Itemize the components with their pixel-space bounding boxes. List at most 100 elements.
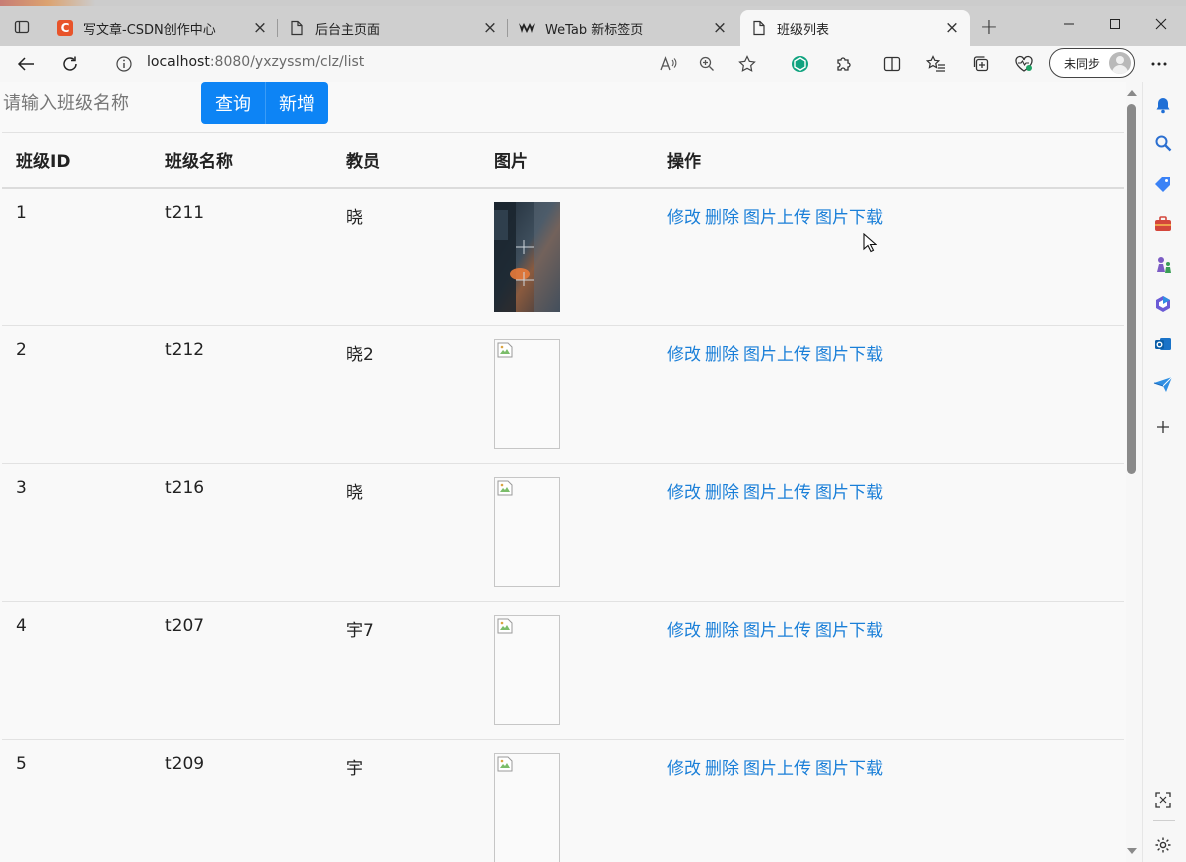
broken-image [494, 477, 560, 587]
image-download-link[interactable]: 图片下载 [815, 621, 883, 641]
maximize-icon[interactable] [1092, 10, 1138, 38]
edge-sidebar [1142, 82, 1186, 862]
class-name-search-input[interactable] [0, 82, 200, 124]
delete-link[interactable]: 删除 [705, 208, 739, 228]
read-aloud-icon[interactable] [654, 50, 682, 78]
profile-sync-button[interactable]: 未同步 [1049, 48, 1135, 78]
broken-image-icon [497, 480, 513, 496]
tab-class-list[interactable]: 班级列表 × [740, 10, 970, 46]
tab-close-icon[interactable]: × [944, 18, 960, 38]
cell-actions: 修改 删除 图片上传 图片下载 [653, 739, 1124, 862]
add-button[interactable]: 新增 [265, 82, 328, 124]
broken-image-icon [497, 342, 513, 358]
image-download-link[interactable]: 图片下载 [815, 759, 883, 779]
sidebar-settings-gear-icon[interactable] [1152, 834, 1174, 856]
address-url[interactable]: localhost:8080/yxzyssm/clz/list [147, 54, 364, 70]
cell-actions: 修改 删除 图片上传 图片下载 [653, 187, 1124, 326]
cell-actions: 修改 删除 图片上传 图片下载 [653, 325, 1124, 464]
cell-image [480, 739, 653, 862]
cell-teacher: 宇 [332, 739, 480, 862]
window-close-icon[interactable] [1138, 10, 1184, 38]
tab-csdn[interactable]: C 写文章-CSDN创作中心 × [46, 10, 278, 46]
delete-link[interactable]: 删除 [705, 345, 739, 365]
split-screen-icon[interactable] [878, 50, 906, 78]
notification-bell-icon[interactable] [1152, 94, 1174, 116]
edit-link[interactable]: 修改 [667, 483, 701, 503]
browser-tab-strip: C 写文章-CSDN创作中心 × 后台主页面 × WeTab 新标签页 × 班级… [0, 0, 1186, 46]
tab-title: 后台主页面 [315, 22, 381, 38]
collections-icon[interactable] [967, 50, 995, 78]
cell-actions: 修改 删除 图片上传 图片下载 [653, 601, 1124, 740]
extensions-puzzle-icon[interactable] [830, 50, 858, 78]
table-header-row: 班级ID 班级名称 教员 图片 操作 [2, 132, 1124, 189]
cell-image [480, 325, 653, 464]
sidebar-divider [1153, 820, 1175, 821]
delete-link[interactable]: 删除 [705, 621, 739, 641]
image-download-link[interactable]: 图片下载 [815, 483, 883, 503]
image-download-link[interactable]: 图片下载 [815, 345, 883, 365]
page-scrollbar[interactable] [1126, 82, 1140, 862]
cell-image [480, 187, 653, 326]
cell-id: 2 [2, 325, 151, 464]
class-table: 班级ID 班级名称 教员 图片 操作 1 t211 晓 修改 删除 图片上传 图… [2, 132, 1124, 862]
image-upload-link[interactable]: 图片上传 [743, 345, 811, 365]
delete-link[interactable]: 删除 [705, 483, 739, 503]
edit-link[interactable]: 修改 [667, 345, 701, 365]
class-photo-image [494, 201, 560, 312]
tab-close-icon[interactable]: × [252, 18, 268, 38]
new-tab-icon[interactable]: + [976, 14, 1002, 40]
image-upload-link[interactable]: 图片上传 [743, 483, 811, 503]
back-icon[interactable] [12, 50, 40, 78]
zoom-icon[interactable] [693, 50, 721, 78]
cell-id: 3 [2, 463, 151, 602]
cell-name: t211 [151, 187, 332, 326]
wetab-icon [518, 19, 536, 37]
image-upload-link[interactable]: 图片上传 [743, 759, 811, 779]
cell-teacher: 晓 [332, 187, 480, 326]
cell-teacher: 晓 [332, 463, 480, 602]
tools-briefcase-icon[interactable] [1152, 213, 1174, 235]
csdn-icon: C [56, 19, 74, 37]
table-row: 4 t207 宇7 修改 删除 图片上传 图片下载 [2, 601, 1124, 740]
cell-name: t212 [151, 325, 332, 464]
tab-close-icon[interactable]: × [712, 18, 728, 38]
screenshot-capture-icon[interactable] [1152, 789, 1174, 811]
image-upload-link[interactable]: 图片上传 [743, 621, 811, 641]
tab-close-icon[interactable]: × [482, 18, 498, 38]
minimize-icon[interactable] [1046, 10, 1092, 38]
cell-image [480, 463, 653, 602]
query-button[interactable]: 查询 [201, 82, 265, 124]
more-menu-icon[interactable] [1145, 50, 1173, 78]
shopping-tag-icon[interactable] [1152, 173, 1174, 195]
send-paper-plane-icon[interactable] [1152, 373, 1174, 395]
microsoft-365-icon[interactable] [1152, 293, 1174, 315]
games-chess-icon[interactable] [1152, 254, 1174, 276]
delete-link[interactable]: 删除 [705, 759, 739, 779]
image-download-link[interactable]: 图片下载 [815, 208, 883, 228]
chatgpt-extension-icon[interactable] [786, 50, 814, 78]
cell-actions: 修改 删除 图片上传 图片下载 [653, 463, 1124, 602]
column-header-teacher: 教员 [332, 132, 480, 189]
scrollbar-thumb[interactable] [1127, 104, 1136, 474]
edit-link[interactable]: 修改 [667, 621, 701, 641]
site-info-icon[interactable] [110, 50, 138, 78]
cell-id: 4 [2, 601, 151, 740]
outlook-icon[interactable] [1152, 333, 1174, 355]
favorites-list-icon[interactable] [922, 50, 950, 78]
image-upload-link[interactable]: 图片上传 [743, 208, 811, 228]
tab-wetab[interactable]: WeTab 新标签页 × [508, 10, 738, 46]
tab-strip-decoration [0, 0, 1186, 6]
refresh-icon[interactable] [56, 50, 84, 78]
tab-actions-button[interactable] [4, 10, 40, 44]
scroll-down-arrow-icon[interactable] [1127, 848, 1137, 854]
favorite-star-icon[interactable] [733, 50, 761, 78]
add-sidebar-app-icon[interactable] [1152, 416, 1174, 438]
broken-image-icon [497, 618, 513, 634]
search-icon[interactable] [1152, 132, 1174, 154]
browser-health-icon[interactable] [1010, 50, 1038, 78]
scroll-up-arrow-icon[interactable] [1127, 90, 1137, 96]
edit-link[interactable]: 修改 [667, 759, 701, 779]
tab-admin-home[interactable]: 后台主页面 × [278, 10, 508, 46]
search-bar: 查询 新增 [0, 82, 600, 124]
edit-link[interactable]: 修改 [667, 208, 701, 228]
